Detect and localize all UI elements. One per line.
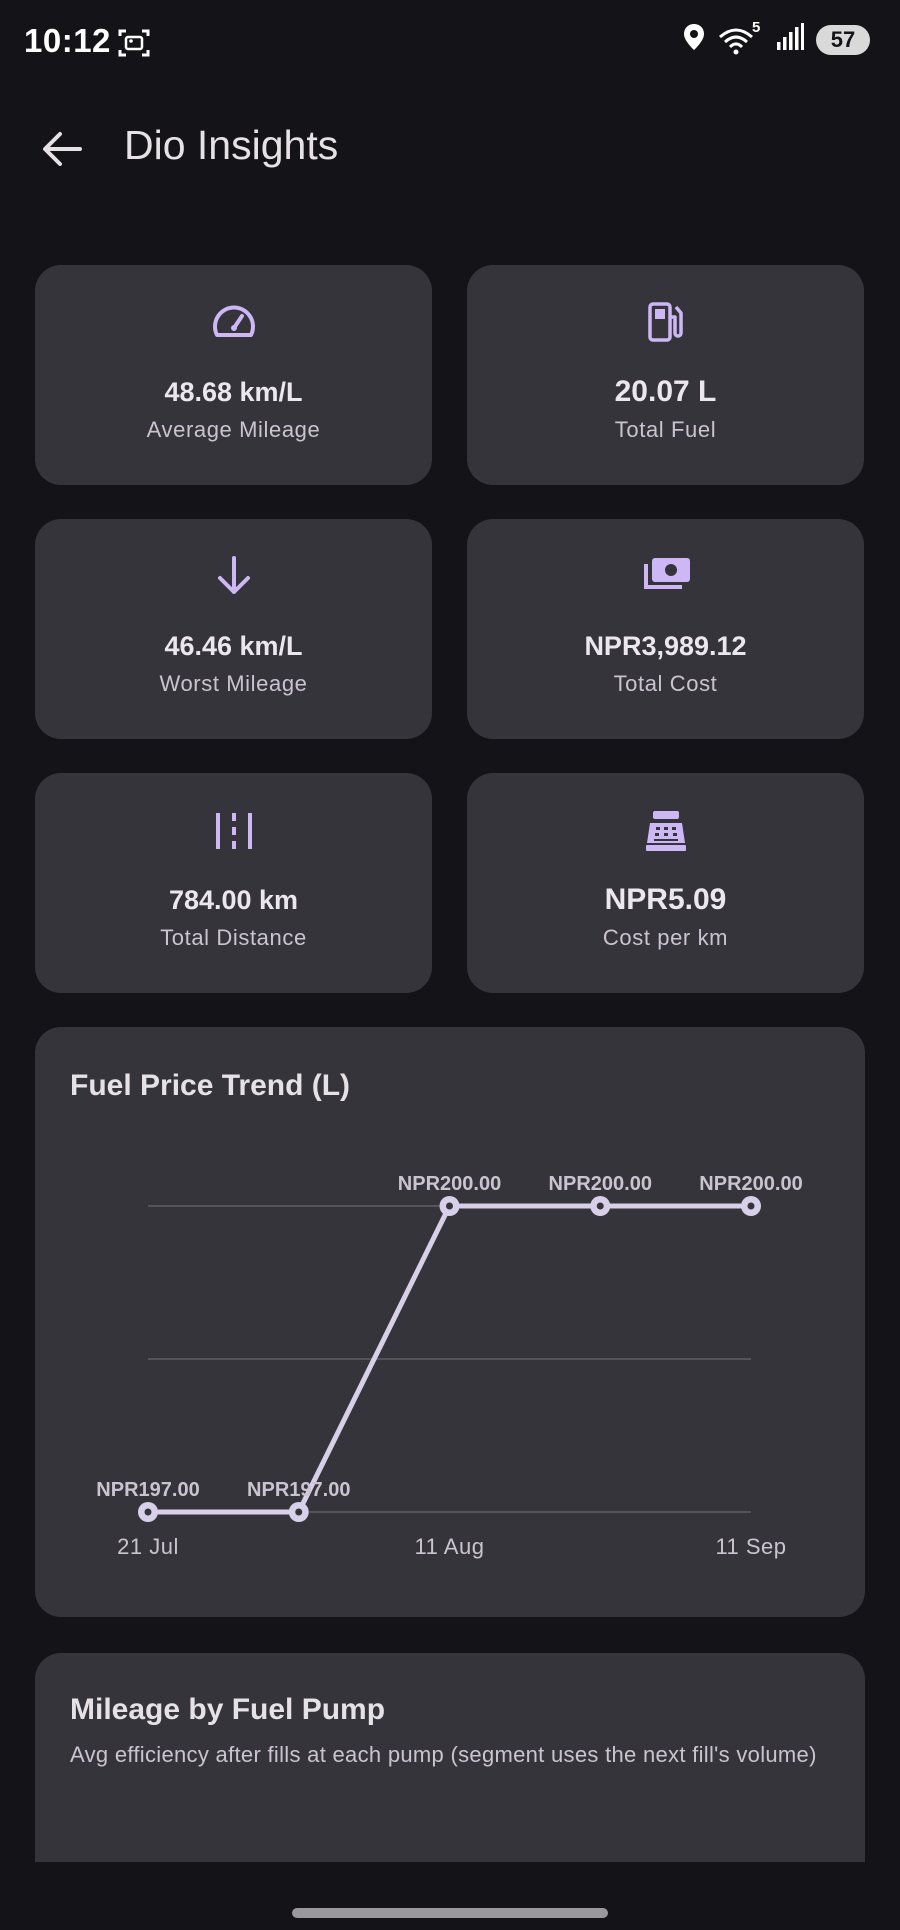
chart-data-label: NPR200.00 (398, 1173, 501, 1195)
chart-data-label: NPR197.00 (96, 1479, 199, 1501)
chart-point-center (446, 1202, 453, 1210)
stat-card-cost-per-km: NPR5.09 Cost per km (467, 773, 864, 993)
arrow-left-icon (43, 132, 82, 166)
chart-point-center (747, 1202, 755, 1210)
stat-card-total-cost: NPR3,989.12 Total Cost (467, 519, 864, 739)
stat-label: Cost per km (602, 925, 729, 950)
stat-card-average-mileage: 48.68 km/L Average Mileage (35, 265, 432, 485)
section-title: Mileage by Fuel Pump (70, 1693, 386, 1726)
status-time: 10:12 (24, 22, 111, 59)
speedometer-icon (212, 305, 255, 337)
home-indicator[interactable] (292, 1908, 608, 1918)
stat-value: NPR5.09 (604, 883, 727, 916)
stat-value: 46.46 km/L (164, 631, 303, 661)
stat-value: NPR3,989.12 (584, 631, 747, 661)
screenshot-icon (118, 28, 150, 63)
stat-label: Worst Mileage (159, 671, 308, 696)
wifi-icon: 5 (718, 19, 764, 55)
status-bar: 10:12 5 57 (0, 0, 900, 88)
back-button[interactable] (34, 124, 90, 174)
cash-register-icon (645, 811, 686, 851)
stat-value: 784.00 km (168, 885, 299, 915)
chart-point-center (295, 1508, 303, 1516)
chart-data-label: NPR197.00 (247, 1479, 350, 1501)
signal-icon (776, 23, 804, 56)
chart-x-tick-label: 11 Aug (415, 1534, 485, 1559)
chart-data-label: NPR200.00 (699, 1173, 802, 1195)
fuel-price-line-chart: NPR197.00 NPR197.00 NPR200.00 NPR200.00 NPR2… (96, 1173, 802, 1559)
stat-label: Average Mileage (146, 417, 321, 442)
app-bar: Dio Insights (0, 100, 900, 196)
battery-indicator: 57 (816, 24, 870, 55)
fuel-price-chart-card: Fuel Price Trend (L) NPR197.00 NPR197.00 N… (35, 1027, 865, 1617)
location-icon (682, 22, 706, 57)
stat-label: Total Distance (160, 925, 307, 950)
distance-icon (215, 813, 252, 849)
stat-label: Total Cost (613, 671, 718, 696)
page-title: Dio Insights (124, 122, 339, 168)
chart-data-label: NPR200.00 (549, 1173, 652, 1195)
stat-value: 48.68 km/L (164, 377, 303, 407)
nav-bar-background (0, 1862, 900, 1930)
money-icon (643, 558, 690, 589)
wifi-badge: 5 (752, 18, 761, 36)
arrow-down-icon (217, 556, 250, 594)
section-subtitle: Avg efficiency after fills at each pump … (70, 1742, 817, 1767)
stat-label: Total Fuel (614, 417, 717, 442)
stat-value: 20.07 L (614, 375, 717, 408)
chart-x-tick-label: 11 Sep (715, 1534, 786, 1559)
chart-point-center (144, 1508, 152, 1516)
chart-point-center (596, 1202, 604, 1210)
fuel-pump-icon (647, 302, 683, 342)
stat-card-total-fuel: 20.07 L Total Fuel (467, 265, 864, 485)
chart-x-tick-label: 21 Jul (117, 1534, 179, 1559)
stat-card-total-distance: 784.00 km Total Distance (35, 773, 432, 993)
stat-card-worst-mileage: 46.46 km/L Worst Mileage (35, 519, 432, 739)
